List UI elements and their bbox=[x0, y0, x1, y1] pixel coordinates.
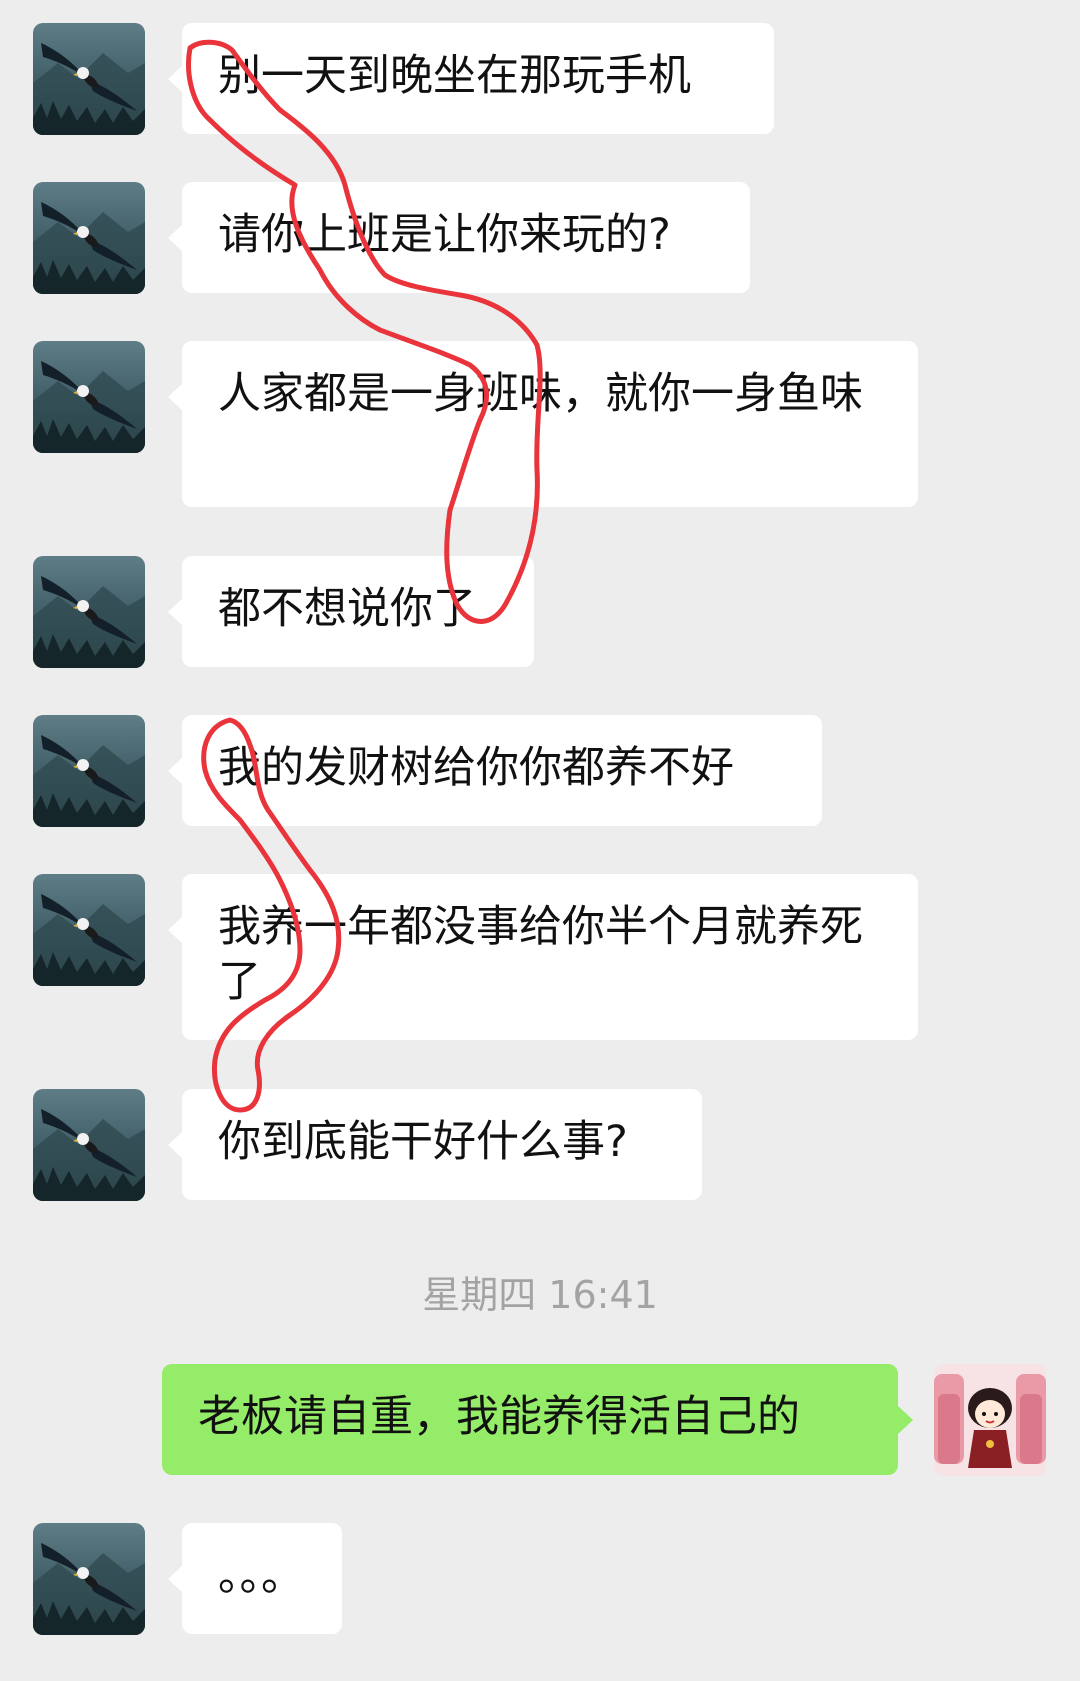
message-bubble[interactable]: 都不想说你了 bbox=[168, 556, 534, 667]
message-text: 请你上班是让你来玩的? bbox=[218, 210, 671, 260]
message-text: 都不想说你了 bbox=[218, 584, 476, 634]
eagle-avatar-icon[interactable] bbox=[33, 715, 145, 827]
message-text: 老板请自重，我能养得活自己的 bbox=[198, 1392, 800, 1442]
eagle-avatar-icon[interactable] bbox=[33, 341, 145, 453]
chat-area: 别一天到晚坐在那玩手机 请你上班是让你来玩的? 人家都是一身班味，就你一身鱼味 … bbox=[0, 0, 1080, 1681]
eagle-avatar-icon[interactable] bbox=[33, 556, 145, 668]
eagle-avatar-icon[interactable] bbox=[33, 23, 145, 135]
message-bubble[interactable]: 人家都是一身班味，就你一身鱼味 bbox=[168, 341, 918, 507]
outgoing-message-bubble[interactable]: 老板请自重，我能养得活自己的 bbox=[162, 1364, 913, 1475]
cartoon-girl-avatar-icon[interactable] bbox=[934, 1364, 1046, 1476]
message-bubble[interactable]: 请你上班是让你来玩的? bbox=[168, 182, 750, 293]
message-text: 我的发财树给你你都养不好 bbox=[218, 743, 734, 793]
eagle-avatar-icon[interactable] bbox=[33, 1089, 145, 1201]
message-bubble[interactable]: 我养一年都没事给你半个月就养死了 bbox=[168, 874, 918, 1040]
message-bubble[interactable]: 别一天到晚坐在那玩手机 bbox=[168, 23, 774, 134]
message-text: 你到底能干好什么事? bbox=[218, 1117, 628, 1167]
eagle-avatar-icon[interactable] bbox=[33, 874, 145, 986]
timestamp: 星期四 16:41 bbox=[422, 1273, 658, 1317]
message-bubble[interactable]: 你到底能干好什么事? bbox=[168, 1089, 702, 1200]
message-text: 别一天到晚坐在那玩手机 bbox=[218, 51, 691, 101]
eagle-avatar-icon[interactable] bbox=[33, 182, 145, 294]
message-text: 我养一年都没事给你半个月就养死了 bbox=[218, 902, 863, 1007]
message-bubble[interactable]: 。。。 bbox=[168, 1523, 342, 1634]
message-bubble[interactable]: 我的发财树给你你都养不好 bbox=[168, 715, 822, 826]
eagle-avatar-icon[interactable] bbox=[33, 1523, 145, 1635]
message-text: 人家都是一身班味，就你一身鱼味 bbox=[218, 369, 863, 419]
message-text: 。。。 bbox=[218, 1551, 304, 1601]
